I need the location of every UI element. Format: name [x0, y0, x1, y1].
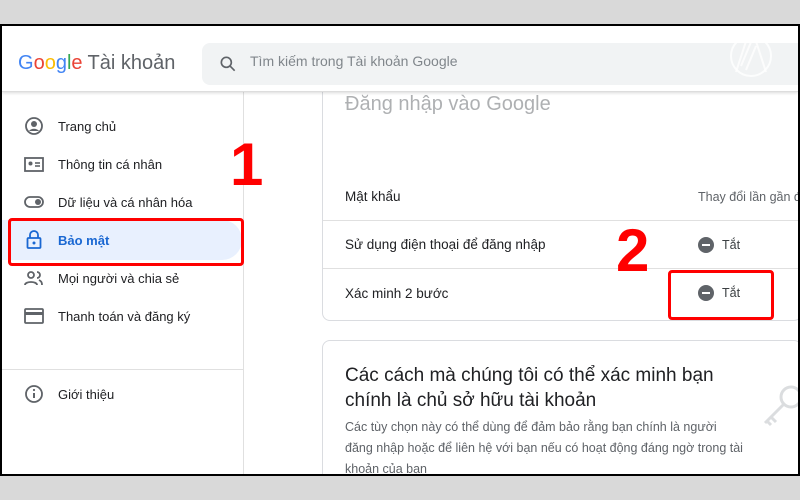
signin-card-title: Đăng nhập vào Google — [345, 93, 551, 115]
sidebar-item-label: Mọi người và chia sẻ — [58, 270, 180, 286]
key-illustration-icon — [763, 385, 798, 427]
row-value: Thay đổi lần gần đ — [698, 189, 800, 204]
sidebar-item-label: Trang chủ — [58, 118, 117, 134]
phone-signin-row[interactable]: Sử dụng điện thoại để đăng nhập Tắt — [323, 221, 798, 269]
people-icon — [24, 268, 44, 288]
verification-methods-card: Các cách mà chúng tôi có thể xác minh bạ… — [322, 340, 798, 476]
sidebar-item-payments[interactable]: Thanh toán và đăng ký — [2, 296, 242, 336]
sidebar-item-personal-info[interactable]: Thông tin cá nhân — [2, 144, 242, 184]
annotation-box-two-step — [668, 270, 774, 320]
sidebar-item-label: Thông tin cá nhân — [58, 156, 163, 172]
sidebar-item-data-personalization[interactable]: Dữ liệu và cá nhân hóa — [2, 182, 242, 222]
google-wordmark: Google — [18, 52, 83, 74]
app-name: Tài khoản — [87, 52, 176, 74]
credit-card-icon — [24, 306, 44, 326]
password-row[interactable]: Mật khẩu Thay đổi lần gần đ — [323, 173, 800, 221]
toggle-icon — [24, 192, 44, 212]
watermark-logo-icon — [730, 26, 772, 77]
sidebar-item-about[interactable]: Giới thiệu — [2, 374, 242, 414]
info-icon — [24, 384, 44, 404]
id-card-icon — [24, 154, 44, 174]
sidebar: Trang chủ Thông tin cá nhân Dữ liệu và c… — [2, 92, 244, 474]
google-account-logo[interactable]: Google Tài khoản — [18, 52, 175, 75]
search-icon — [220, 56, 236, 72]
sidebar-item-label: Giới thiệu — [58, 386, 115, 402]
annotation-step-1: 1 — [230, 131, 264, 198]
account-circle-icon — [24, 116, 44, 136]
card-description: Các tùy chọn này có thể dùng để đảm bảo … — [345, 420, 743, 476]
sidebar-item-home[interactable]: Trang chủ — [2, 106, 242, 146]
row-label: Xác minh 2 bước — [345, 285, 449, 301]
annotation-box-security — [8, 218, 244, 266]
row-value: Tắt — [722, 237, 741, 252]
app-header: Google Tài khoản — [2, 26, 798, 92]
sidebar-item-label: Dữ liệu và cá nhân hóa — [58, 194, 193, 210]
card-title: Các cách mà chúng tôi có thể xác minh bạ… — [345, 365, 714, 411]
browser-frame: GoogleTài khoản Trang chủ Thông tin cá n… — [0, 24, 800, 476]
row-label: Sử dụng điện thoại để đăng nhập — [345, 237, 546, 252]
row-label: Mật khẩu — [345, 189, 401, 204]
search-input[interactable] — [250, 53, 650, 69]
annotation-step-2: 2 — [616, 217, 650, 284]
sidebar-divider — [2, 369, 244, 370]
search-bar[interactable] — [202, 43, 798, 85]
sidebar-item-label: Thanh toán và đăng ký — [58, 308, 191, 324]
off-status-icon — [698, 236, 714, 253]
